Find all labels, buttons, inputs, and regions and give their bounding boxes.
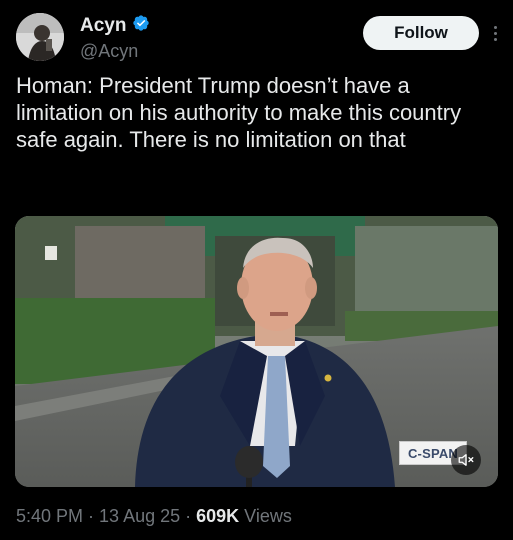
author-name[interactable]: Acyn bbox=[80, 15, 126, 37]
more-options-icon[interactable] bbox=[487, 18, 503, 48]
meta-separator: · bbox=[185, 506, 192, 526]
mute-toggle-icon[interactable] bbox=[451, 445, 481, 475]
views-label: Views bbox=[244, 506, 292, 526]
tweet-date[interactable]: 13 Aug 25 bbox=[99, 506, 180, 527]
author-handle[interactable]: @Acyn bbox=[80, 41, 150, 62]
tweet-header: Acyn @Acyn Follow bbox=[14, 10, 503, 62]
views-count: 609K bbox=[196, 506, 240, 526]
meta-separator: · bbox=[88, 506, 95, 526]
follow-button[interactable]: Follow bbox=[363, 16, 479, 50]
avatar[interactable] bbox=[16, 13, 64, 61]
tweet-meta: 5:40 PM · 13 Aug 25 · 609K Views bbox=[16, 506, 292, 527]
author-block: Acyn @Acyn bbox=[80, 14, 150, 62]
tweet-time[interactable]: 5:40 PM bbox=[16, 506, 83, 527]
video-player[interactable]: C-SPAN bbox=[15, 216, 498, 487]
tweet-text: Homan: President Trump doesn’t have a li… bbox=[16, 73, 468, 152]
verified-badge-icon bbox=[132, 14, 150, 37]
